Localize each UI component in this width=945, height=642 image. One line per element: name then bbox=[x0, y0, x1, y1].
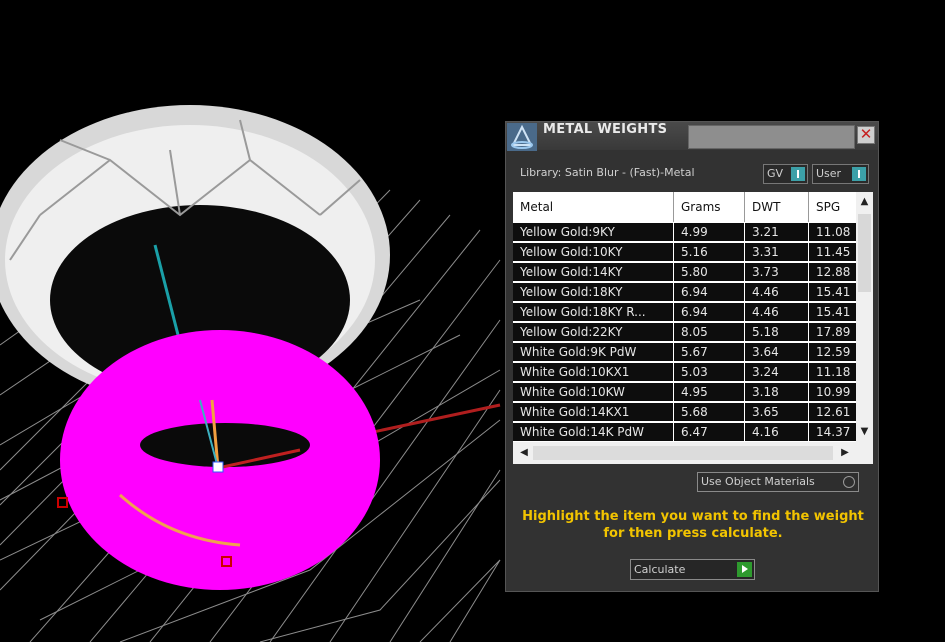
scroll-thumb[interactable] bbox=[533, 446, 833, 460]
toggle-switch-icon bbox=[852, 167, 866, 181]
table-row[interactable]: Yellow Gold:22KY 8.05 5.18 17.89 bbox=[513, 322, 856, 341]
cell-dwt: 4.16 bbox=[745, 423, 808, 441]
user-toggle[interactable]: User bbox=[812, 164, 869, 184]
cell-spg: 11.08 bbox=[809, 223, 856, 241]
table-row[interactable]: White Gold:14K PdW 6.47 4.16 14.37 bbox=[513, 422, 856, 441]
gv-toggle[interactable]: GV bbox=[763, 164, 808, 184]
checkbox-icon bbox=[843, 476, 855, 488]
cell-dwt: 3.64 bbox=[745, 343, 808, 361]
vertical-scrollbar[interactable]: ▲ ▼ bbox=[856, 192, 873, 442]
cell-dwt: 4.46 bbox=[745, 283, 808, 301]
cell-metal: Yellow Gold:9KY bbox=[513, 223, 673, 241]
cell-grams: 5.03 bbox=[674, 363, 744, 381]
cell-grams: 6.94 bbox=[674, 283, 744, 301]
cell-grams: 5.80 bbox=[674, 263, 744, 281]
cell-grams: 5.16 bbox=[674, 243, 744, 261]
cell-grams: 6.94 bbox=[674, 303, 744, 321]
scroll-right-icon[interactable]: ▶ bbox=[837, 445, 853, 461]
cell-metal: Yellow Gold:22KY bbox=[513, 323, 673, 341]
metal-table[interactable]: Metal Grams DWT SPG Yellow Gold:9KY 4.99 3… bbox=[513, 192, 873, 464]
cell-spg: 12.59 bbox=[809, 343, 856, 361]
scroll-thumb[interactable] bbox=[858, 214, 871, 292]
table-row[interactable]: Yellow Gold:18KY R... 6.94 4.46 15.41 bbox=[513, 302, 856, 321]
toggle-switch-icon bbox=[791, 167, 805, 181]
cell-grams: 6.47 bbox=[674, 423, 744, 441]
cell-dwt: 5.18 bbox=[745, 323, 808, 341]
cell-metal: White Gold:14K PdW bbox=[513, 423, 673, 441]
selected-magenta-object[interactable] bbox=[60, 330, 380, 590]
cell-metal: Yellow Gold:10KY bbox=[513, 243, 673, 261]
calculate-label: Calculate bbox=[634, 563, 686, 576]
calculate-button[interactable]: Calculate bbox=[630, 559, 755, 580]
cell-spg: 11.18 bbox=[809, 363, 856, 381]
cell-dwt: 3.31 bbox=[745, 243, 808, 261]
user-toggle-label: User bbox=[816, 167, 842, 180]
cell-spg: 17.89 bbox=[809, 323, 856, 341]
cell-dwt: 4.46 bbox=[745, 303, 808, 321]
cell-spg: 10.99 bbox=[809, 383, 856, 401]
cell-spg: 14.37 bbox=[809, 423, 856, 441]
column-header-spg[interactable]: SPG bbox=[809, 192, 856, 222]
cell-metal: Yellow Gold:18KY bbox=[513, 283, 673, 301]
column-header-grams[interactable]: Grams bbox=[674, 192, 745, 222]
cell-grams: 8.05 bbox=[674, 323, 744, 341]
cell-metal: White Gold:10KW bbox=[513, 383, 673, 401]
gv-toggle-label: GV bbox=[767, 167, 784, 180]
cell-grams: 5.68 bbox=[674, 403, 744, 421]
library-label: Library: Satin Blur - (Fast)-Metal bbox=[520, 166, 695, 179]
title-bar[interactable]: METAL WEIGHTS ✕ bbox=[506, 122, 878, 151]
cell-dwt: 3.65 bbox=[745, 403, 808, 421]
cell-spg: 15.41 bbox=[809, 303, 856, 321]
table-row[interactable]: White Gold:14KX1 5.68 3.65 12.61 bbox=[513, 402, 856, 421]
table-header: Metal Grams DWT SPG bbox=[513, 192, 856, 222]
cell-dwt: 3.24 bbox=[745, 363, 808, 381]
horizontal-scrollbar[interactable]: ◀ ▶ bbox=[513, 442, 873, 464]
cell-metal: Yellow Gold:18KY R... bbox=[513, 303, 673, 321]
table-row[interactable]: Yellow Gold:18KY 6.94 4.46 15.41 bbox=[513, 282, 856, 301]
cell-dwt: 3.21 bbox=[745, 223, 808, 241]
cell-grams: 5.67 bbox=[674, 343, 744, 361]
close-icon[interactable]: ✕ bbox=[857, 126, 875, 144]
column-header-dwt[interactable]: DWT bbox=[745, 192, 809, 222]
table-row[interactable]: Yellow Gold:10KY 5.16 3.31 11.45 bbox=[513, 242, 856, 261]
cell-metal: White Gold:10KX1 bbox=[513, 363, 673, 381]
scroll-up-icon[interactable]: ▲ bbox=[857, 194, 872, 210]
cell-dwt: 3.18 bbox=[745, 383, 808, 401]
cell-metal: White Gold:9K PdW bbox=[513, 343, 673, 361]
cell-spg: 12.88 bbox=[809, 263, 856, 281]
cell-dwt: 3.73 bbox=[745, 263, 808, 281]
table-row[interactable]: Yellow Gold:9KY 4.99 3.21 11.08 bbox=[513, 222, 856, 241]
play-icon bbox=[737, 562, 752, 577]
cell-grams: 4.95 bbox=[674, 383, 744, 401]
cell-metal: Yellow Gold:14KY bbox=[513, 263, 673, 281]
use-object-materials-checkbox[interactable]: Use Object Materials bbox=[697, 472, 859, 492]
title-tab bbox=[688, 125, 855, 149]
instruction-text: Highlight the item you want to find the … bbox=[522, 509, 864, 541]
window-title: METAL WEIGHTS bbox=[543, 122, 668, 137]
cell-grams: 4.99 bbox=[674, 223, 744, 241]
app-icon bbox=[507, 123, 537, 151]
table-row[interactable]: White Gold:9K PdW 5.67 3.64 12.59 bbox=[513, 342, 856, 361]
column-header-metal[interactable]: Metal bbox=[513, 192, 674, 222]
table-row[interactable]: Yellow Gold:14KY 5.80 3.73 12.88 bbox=[513, 262, 856, 281]
use-object-materials-label: Use Object Materials bbox=[701, 475, 815, 488]
cell-spg: 12.61 bbox=[809, 403, 856, 421]
table-row[interactable]: White Gold:10KX1 5.03 3.24 11.18 bbox=[513, 362, 856, 381]
cell-spg: 11.45 bbox=[809, 243, 856, 261]
metal-weights-panel: METAL WEIGHTS ✕ Library: Satin Blur - (F… bbox=[505, 121, 879, 592]
cell-spg: 15.41 bbox=[809, 283, 856, 301]
table-row[interactable]: White Gold:10KW 4.95 3.18 10.99 bbox=[513, 382, 856, 401]
scroll-down-icon[interactable]: ▼ bbox=[857, 424, 872, 440]
scroll-left-icon[interactable]: ◀ bbox=[516, 445, 532, 461]
cell-metal: White Gold:14KX1 bbox=[513, 403, 673, 421]
